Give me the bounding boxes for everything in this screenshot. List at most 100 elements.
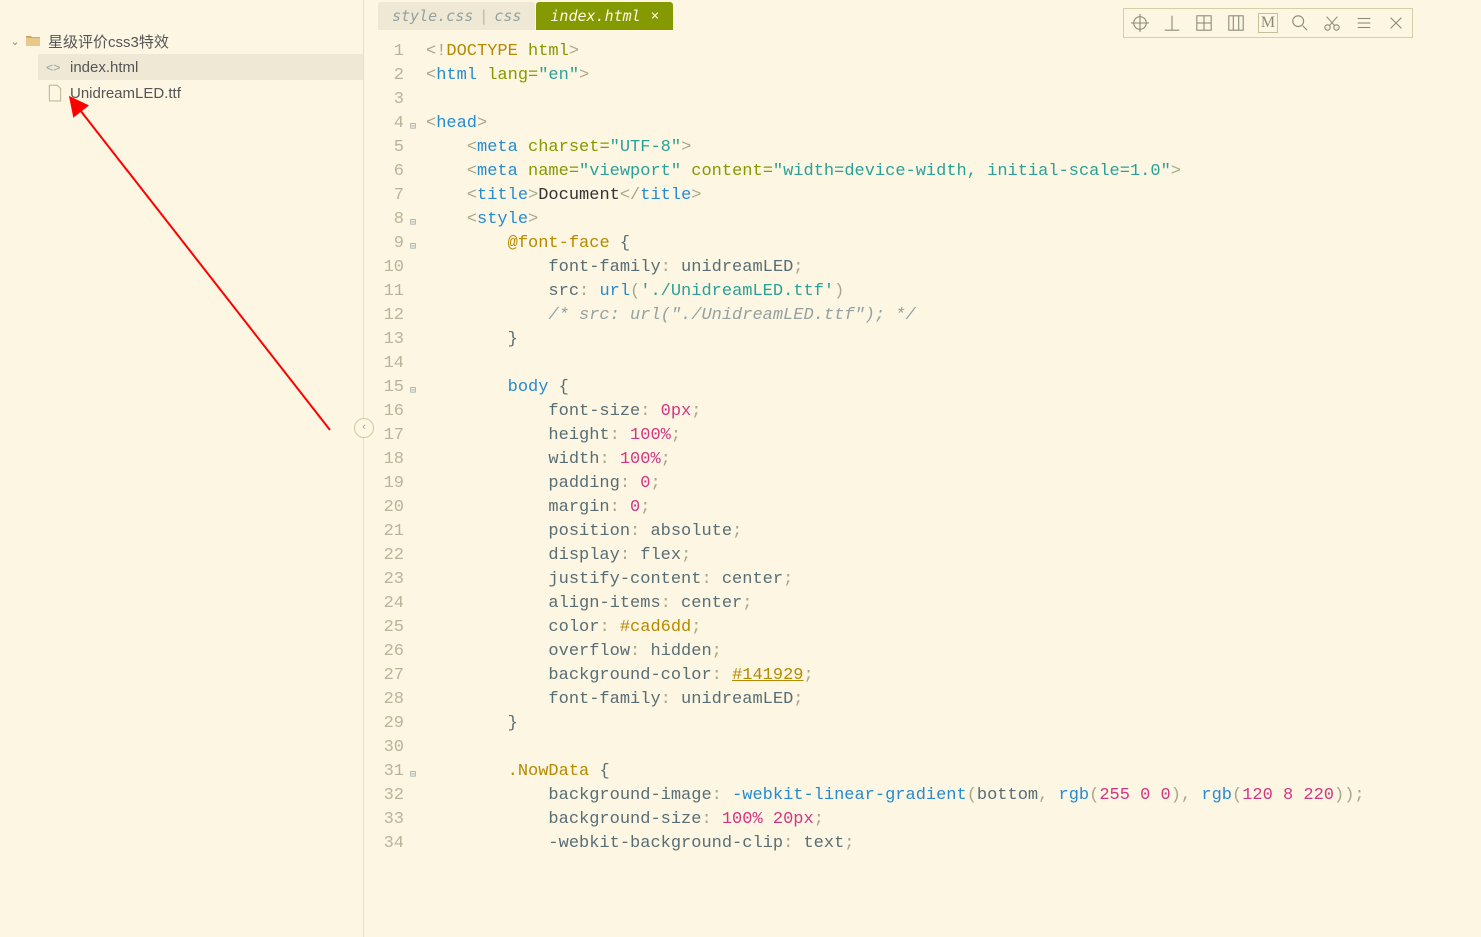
- code-line[interactable]: <style>: [426, 208, 1481, 232]
- line-number: 8⊟: [364, 208, 404, 232]
- line-number: 3: [364, 88, 404, 112]
- columns-icon[interactable]: [1226, 13, 1246, 33]
- code-line[interactable]: -webkit-background-clip: text;: [426, 832, 1481, 856]
- scissors-icon[interactable]: [1322, 13, 1342, 33]
- code-line[interactable]: font-family: unidreamLED;: [426, 256, 1481, 280]
- menu-icon[interactable]: [1354, 13, 1374, 33]
- line-number: 18: [364, 448, 404, 472]
- code-line[interactable]: <!DOCTYPE html>: [426, 40, 1481, 64]
- svg-text:<>: <>: [46, 61, 60, 75]
- editor-area: ‹ style.css|cssindex.html× M 1234⊟5678⊟9…: [364, 0, 1481, 937]
- line-number: 25: [364, 616, 404, 640]
- editor-tab[interactable]: style.css|css: [378, 2, 535, 30]
- line-number: 29: [364, 712, 404, 736]
- line-number: 28: [364, 688, 404, 712]
- tab-lang: css: [494, 7, 521, 25]
- line-number: 21: [364, 520, 404, 544]
- code-line[interactable]: overflow: hidden;: [426, 640, 1481, 664]
- annotation-arrow: [40, 90, 340, 440]
- code-line[interactable]: align-items: center;: [426, 592, 1481, 616]
- tab-filename: style.css: [392, 7, 473, 25]
- file-row[interactable]: UnidreamLED.ttf: [38, 80, 363, 106]
- code-line[interactable]: font-family: unidreamLED;: [426, 688, 1481, 712]
- code-line[interactable]: /* src: url("./UnidreamLED.ttf"); */: [426, 304, 1481, 328]
- editor-tab[interactable]: index.html ×: [536, 2, 673, 30]
- code-content[interactable]: <!DOCTYPE html><html lang="en"> <head> <m…: [426, 40, 1481, 937]
- code-line[interactable]: margin: 0;: [426, 496, 1481, 520]
- fold-icon[interactable]: ⊟: [410, 236, 416, 260]
- line-number: 26: [364, 640, 404, 664]
- fold-icon[interactable]: ⊟: [410, 380, 416, 404]
- code-line[interactable]: body {: [426, 376, 1481, 400]
- code-line[interactable]: display: flex;: [426, 544, 1481, 568]
- code-line[interactable]: background-color: #141929;: [426, 664, 1481, 688]
- code-line[interactable]: width: 100%;: [426, 448, 1481, 472]
- folder-collapse-icon[interactable]: ⌄: [8, 35, 22, 48]
- line-number: 23: [364, 568, 404, 592]
- fold-icon[interactable]: ⊟: [410, 764, 416, 788]
- line-number: 12: [364, 304, 404, 328]
- close-icon[interactable]: [1386, 13, 1406, 33]
- fold-icon[interactable]: ⊟: [410, 116, 416, 140]
- code-line[interactable]: <title>Document</title>: [426, 184, 1481, 208]
- folder-icon: [24, 32, 42, 50]
- folder-row[interactable]: ⌄ 星级评价css3特效: [0, 28, 363, 54]
- code-line[interactable]: font-size: 0px;: [426, 400, 1481, 424]
- line-number: 2: [364, 64, 404, 88]
- code-line[interactable]: src: url('./UnidreamLED.ttf'): [426, 280, 1481, 304]
- code-line[interactable]: height: 100%;: [426, 424, 1481, 448]
- line-number: 34: [364, 832, 404, 856]
- code-line[interactable]: <html lang="en">: [426, 64, 1481, 88]
- code-line[interactable]: <meta name="viewport" content="width=dev…: [426, 160, 1481, 184]
- tab-close-icon[interactable]: ×: [651, 8, 659, 24]
- code-line[interactable]: <meta charset="UTF-8">: [426, 136, 1481, 160]
- tab-filename: index.html: [550, 7, 640, 25]
- editor-toolbar: M: [1123, 8, 1413, 38]
- file-icon: [46, 84, 64, 102]
- letter-m-icon[interactable]: M: [1258, 13, 1278, 33]
- line-number: 33: [364, 808, 404, 832]
- line-number: 19: [364, 472, 404, 496]
- line-number: 32: [364, 784, 404, 808]
- line-number: 7: [364, 184, 404, 208]
- code-line[interactable]: padding: 0;: [426, 472, 1481, 496]
- line-number: 4⊟: [364, 112, 404, 136]
- code-line[interactable]: @font-face {: [426, 232, 1481, 256]
- line-number: 1: [364, 40, 404, 64]
- line-number: 9⊟: [364, 232, 404, 256]
- line-number: 13: [364, 328, 404, 352]
- code-line[interactable]: .NowData {: [426, 760, 1481, 784]
- perp-icon[interactable]: [1162, 13, 1182, 33]
- code-line[interactable]: [426, 352, 1481, 376]
- code-line[interactable]: color: #cad6dd;: [426, 616, 1481, 640]
- line-number: 15⊟: [364, 376, 404, 400]
- code-line[interactable]: <head>: [426, 112, 1481, 136]
- line-number-gutter: 1234⊟5678⊟9⊟101112131415⊟161718192021222…: [364, 40, 412, 937]
- html-file-icon: <>: [46, 58, 64, 76]
- code-line[interactable]: }: [426, 328, 1481, 352]
- fold-icon[interactable]: ⊟: [410, 212, 416, 236]
- search-icon[interactable]: [1290, 13, 1310, 33]
- code-line[interactable]: [426, 736, 1481, 760]
- line-number: 10: [364, 256, 404, 280]
- code-line[interactable]: background-image: -webkit-linear-gradien…: [426, 784, 1481, 808]
- folder-label: 星级评价css3特效: [48, 31, 169, 52]
- code-line[interactable]: [426, 88, 1481, 112]
- line-number: 30: [364, 736, 404, 760]
- line-number: 24: [364, 592, 404, 616]
- file-label: UnidreamLED.ttf: [70, 85, 181, 102]
- line-number: 31⊟: [364, 760, 404, 784]
- line-number: 20: [364, 496, 404, 520]
- line-number: 17: [364, 424, 404, 448]
- code-line[interactable]: }: [426, 712, 1481, 736]
- grid4-icon[interactable]: [1194, 13, 1214, 33]
- code-editor[interactable]: 1234⊟5678⊟9⊟101112131415⊟161718192021222…: [364, 32, 1481, 937]
- code-line[interactable]: justify-content: center;: [426, 568, 1481, 592]
- target-icon[interactable]: [1130, 13, 1150, 33]
- file-label: index.html: [70, 59, 138, 76]
- file-row[interactable]: <> index.html: [38, 54, 363, 80]
- code-line[interactable]: position: absolute;: [426, 520, 1481, 544]
- line-number: 6: [364, 160, 404, 184]
- line-number: 14: [364, 352, 404, 376]
- code-line[interactable]: background-size: 100% 20px;: [426, 808, 1481, 832]
